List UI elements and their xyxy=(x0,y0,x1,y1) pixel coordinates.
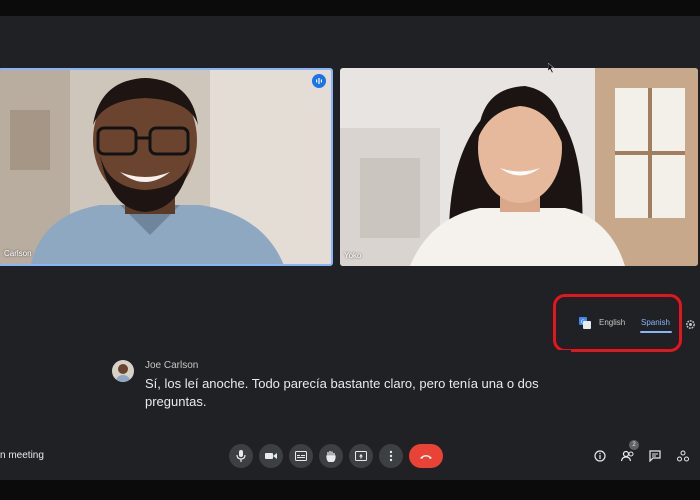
mic-icon xyxy=(236,450,246,462)
caption-text: Sí, los leí anoche. Todo parecía bastant… xyxy=(145,376,539,409)
speaking-icon xyxy=(312,74,326,88)
participant-name-tag: Carlson xyxy=(4,249,32,258)
language-option-english[interactable]: English xyxy=(599,318,625,327)
participant-name-tag: Yoko xyxy=(344,251,362,260)
chat-icon xyxy=(649,450,661,462)
caption-speaker-name: Joe Carlson xyxy=(145,360,199,371)
present-icon xyxy=(355,451,367,461)
info-icon xyxy=(594,450,606,462)
present-button[interactable] xyxy=(349,444,373,468)
activities-button[interactable] xyxy=(675,448,691,464)
more-vert-icon xyxy=(389,450,393,462)
participant-tile-yoko[interactable]: Yoko xyxy=(340,68,698,266)
chat-button[interactable] xyxy=(647,448,663,464)
language-option-spanish[interactable]: Spanish xyxy=(641,318,670,327)
end-call-button[interactable] xyxy=(409,444,443,468)
activities-icon xyxy=(677,450,689,462)
gear-icon[interactable] xyxy=(685,317,696,335)
raise-hand-icon xyxy=(326,451,336,462)
participant-video xyxy=(0,70,331,264)
meeting-info-button[interactable] xyxy=(592,448,608,464)
mic-button[interactable] xyxy=(229,444,253,468)
camera-button[interactable] xyxy=(259,444,283,468)
selected-language-indicator xyxy=(640,331,672,333)
captions-button[interactable] xyxy=(289,444,313,468)
mouse-cursor-icon xyxy=(548,63,555,73)
translate-icon: G xyxy=(579,316,591,334)
participant-tile-joe[interactable]: Carlson xyxy=(0,68,333,266)
camera-icon xyxy=(265,453,277,459)
people-button[interactable] xyxy=(620,448,636,464)
avatar xyxy=(112,360,134,382)
participant-video xyxy=(340,68,698,266)
svg-text:G: G xyxy=(581,320,585,326)
raise-hand-button[interactable] xyxy=(319,444,343,468)
end-call-icon xyxy=(420,454,432,459)
people-icon xyxy=(621,450,634,462)
top-band xyxy=(0,0,700,16)
meeting-details-label[interactable]: n meeting xyxy=(0,450,44,461)
bottom-band xyxy=(0,480,700,500)
more-options-button[interactable] xyxy=(379,444,403,468)
captions-icon xyxy=(295,451,307,461)
